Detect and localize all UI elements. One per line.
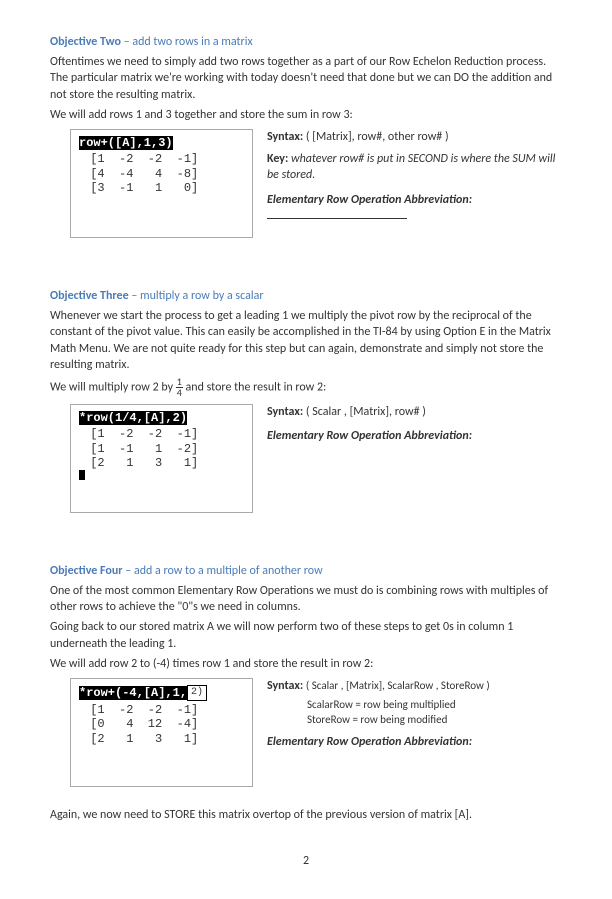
objective-four-subtitle: – add a row to a multiple of another row <box>123 564 323 578</box>
calc2-command: *row(1/4,[A],2) <box>79 411 187 425</box>
abbrev-label: Elementary Row Operation Abbreviation: <box>267 193 472 207</box>
p4e: ]. <box>465 808 472 822</box>
calculator-screen-3: *row+(-4,[A],1,2) [1 -2 -2 -1] [0 4 12 -… <box>70 678 253 787</box>
calc1-command: row+([A],1,3) <box>79 136 173 150</box>
page-number: 2 <box>50 853 562 869</box>
objective-three-notes: Syntax: ( Scalar , [Matrix], row# ) Elem… <box>267 404 562 444</box>
key-value: whatever row# is put in SECOND is where … <box>267 152 555 182</box>
abbrev-line: Elementary Row Operation Abbreviation: <box>267 192 562 208</box>
abbrev-label-4: Elementary Row Operation Abbreviation: <box>267 735 472 749</box>
objective-four-p2: Going back to our stored matrix A we wil… <box>50 619 562 651</box>
cursor-icon <box>79 470 85 480</box>
objective-three-example: *row(1/4,[A],2) [1 -2 -2 -1] [1 -1 1 -2]… <box>70 404 562 513</box>
p4c: this matrix overtop of the previous vers… <box>195 808 458 822</box>
p4b: STORE <box>164 808 195 822</box>
objective-four: Objective Four – add a row to a multiple… <box>50 563 562 823</box>
objective-two: Objective Two – add two rows in a matrix… <box>50 34 562 238</box>
key-line: Key: whatever row# is put in SECOND is w… <box>267 151 562 183</box>
calc3-matrix: [1 -2 -2 -1] [0 4 12 -4] [2 1 3 1] <box>83 703 244 746</box>
objective-four-title: Objective Four <box>50 564 123 578</box>
objective-two-heading: Objective Two – add two rows in a matrix <box>50 34 562 50</box>
key-label: Key: <box>267 152 288 166</box>
scalar-row-note: ScalarRow = row being multiplied <box>307 698 562 713</box>
calculator-screen-2: *row(1/4,[A],2) [1 -2 -2 -1] [1 -1 1 -2]… <box>70 404 253 513</box>
objective-two-notes: Syntax: ( [Matrix], row#, other row# ) K… <box>267 129 562 224</box>
frac-bot: 4 <box>176 388 183 398</box>
store-row-note: StoreRow = row being modified <box>307 713 562 728</box>
objective-three-title: Objective Three <box>50 289 129 303</box>
input-box: 2) <box>187 685 207 701</box>
objective-four-notes: Syntax: ( Scalar , [Matrix], ScalarRow ,… <box>267 678 562 750</box>
objective-four-heading: Objective Four – add a row to a multiple… <box>50 563 562 579</box>
calc2-matrix: [1 -2 -2 -1] [1 -1 1 -2] [2 1 3 1] <box>83 427 244 470</box>
calculator-screen-1: row+([A],1,3) [1 -2 -2 -1] [4 -4 4 -8] [… <box>70 129 253 238</box>
objective-three-heading: Objective Three – multiply a row by a sc… <box>50 288 562 304</box>
syntax-value: ( [Matrix], row#, other row# ) <box>306 130 449 144</box>
objective-four-example: *row+(-4,[A],1,2) [1 -2 -2 -1] [0 4 12 -… <box>70 678 562 787</box>
syntax-value-3: ( Scalar , [Matrix], row# ) <box>306 405 426 419</box>
objective-two-subtitle: – add two rows in a matrix <box>121 35 253 49</box>
objective-two-title: Objective Two <box>50 35 121 49</box>
calc1-matrix: [1 -2 -2 -1] [4 -4 4 -8] [3 -1 1 0] <box>83 152 244 195</box>
objective-three: Objective Three – multiply a row by a sc… <box>50 288 562 513</box>
syntax-line: Syntax: ( [Matrix], row#, other row# ) <box>267 129 562 145</box>
obj3-p2b: and store the result in row 2: <box>183 380 326 394</box>
syntax-label: Syntax: <box>267 130 303 144</box>
objective-two-p2: We will add rows 1 and 3 together and st… <box>50 107 562 123</box>
objective-four-p4: Again, we now need to STORE this matrix … <box>50 807 562 823</box>
objective-three-p1: Whenever we start the process to get a l… <box>50 308 562 373</box>
abbrev-label-3: Elementary Row Operation Abbreviation: <box>267 429 472 443</box>
syntax-label-3: Syntax: <box>267 405 303 419</box>
objective-three-subtitle: – multiply a row by a scalar <box>129 289 264 303</box>
obj3-p2a: We will multiply row 2 by <box>50 380 176 394</box>
syntax-value-4: ( Scalar , [Matrix], ScalarRow , StoreRo… <box>306 679 490 692</box>
abbrev-line-4: Elementary Row Operation Abbreviation: <box>267 734 562 750</box>
p4a: Again, we now need to <box>50 808 164 822</box>
objective-four-p1: One of the most common Elementary Row Op… <box>50 583 562 615</box>
objective-two-example: row+([A],1,3) [1 -2 -2 -1] [4 -4 4 -8] [… <box>70 129 562 238</box>
abbrev-blank <box>267 208 562 224</box>
objective-two-p1: Oftentimes we need to simply add two row… <box>50 54 562 103</box>
objective-three-p2: We will multiply row 2 by 14 and store t… <box>50 377 562 398</box>
fraction-one-fourth: 14 <box>176 377 183 398</box>
syntax-line-4: Syntax: ( Scalar , [Matrix], ScalarRow ,… <box>267 678 562 694</box>
syntax-line-3: Syntax: ( Scalar , [Matrix], row# ) <box>267 404 562 420</box>
objective-four-p3: We will add row 2 to (-4) times row 1 an… <box>50 656 562 672</box>
calc3-command: *row+(-4,[A],1, <box>79 686 187 700</box>
p4d: A <box>458 808 465 822</box>
abbrev-line-3: Elementary Row Operation Abbreviation: <box>267 428 562 444</box>
syntax-label-4: Syntax: <box>267 679 303 693</box>
